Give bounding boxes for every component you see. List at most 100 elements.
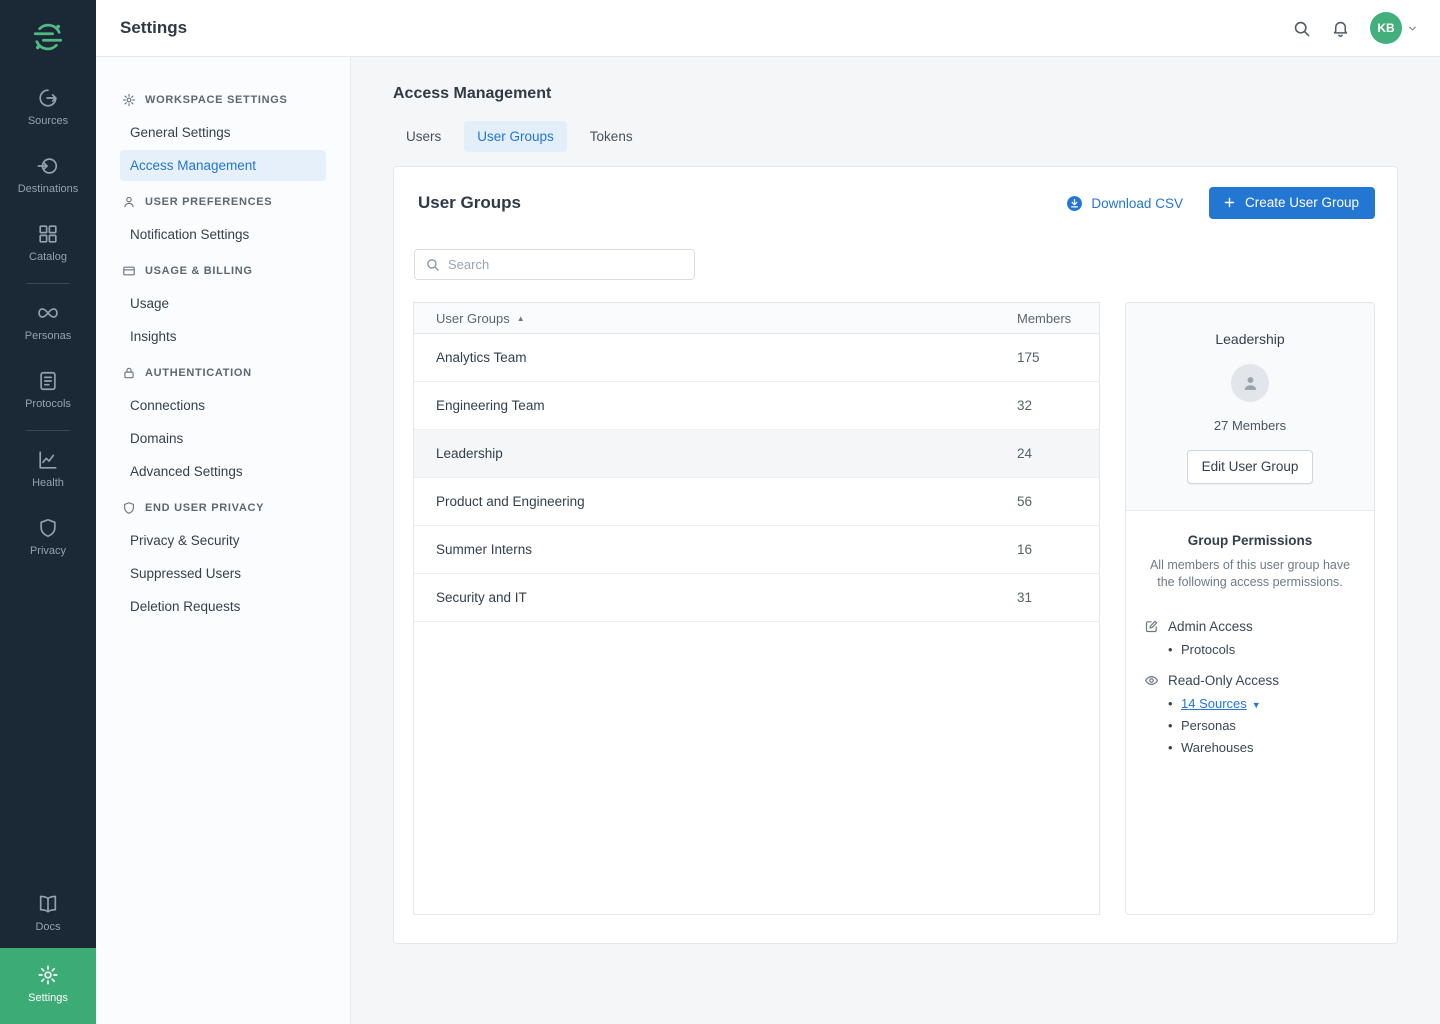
permission-item: Personas [1181, 718, 1356, 733]
sidebar-label: Health [32, 477, 64, 489]
group-name-cell: Security and IT [414, 590, 1017, 605]
column-header-members[interactable]: Members [1017, 311, 1099, 326]
main-content: Access Management Users User Groups Toke… [351, 57, 1440, 1024]
table-row[interactable]: Product and Engineering 56 [414, 478, 1099, 526]
admin-access-label: Admin Access [1168, 619, 1253, 634]
section-title: AUTHENTICATION [145, 367, 252, 379]
user-groups-table: User Groups ▲ Members Analytics Team [413, 302, 1100, 915]
admin-access-section: Admin Access Protocols [1144, 619, 1356, 657]
sidebar-label: Personas [25, 330, 71, 342]
sidebar-item-deletion-requests[interactable]: Deletion Requests [120, 591, 326, 622]
search-icon [425, 257, 440, 272]
sidebar-divider [26, 283, 70, 284]
sidebar-item-protocols[interactable]: Protocols [0, 357, 96, 425]
segment-logo[interactable] [0, 0, 96, 74]
sidebar-item-privacy[interactable]: Privacy [0, 504, 96, 572]
column-header-user-groups[interactable]: User Groups ▲ [414, 311, 1017, 326]
card-body: User Groups ▲ Members Analytics Team [394, 235, 1397, 943]
admin-access-list: Protocols [1144, 642, 1356, 657]
group-member-count: 27 Members [1142, 418, 1358, 433]
search-input[interactable] [448, 257, 684, 272]
shield-icon [122, 501, 136, 515]
sidebar-item-privacy-security[interactable]: Privacy & Security [120, 525, 326, 556]
table-and-detail: User Groups ▲ Members Analytics Team [413, 302, 1375, 915]
plus-icon [1223, 196, 1236, 209]
group-name-cell: Leadership [414, 446, 1017, 461]
avatar: KB [1370, 12, 1402, 44]
read-only-access-label: Read-Only Access [1168, 673, 1279, 688]
sources-count-link[interactable]: 14 Sources [1181, 696, 1247, 711]
sidebar-item-domains[interactable]: Domains [120, 423, 326, 454]
edit-user-group-button[interactable]: Edit User Group [1187, 450, 1314, 484]
group-name-cell: Product and Engineering [414, 494, 1017, 509]
create-user-group-button[interactable]: Create User Group [1209, 187, 1375, 219]
destinations-icon [37, 155, 59, 177]
download-csv-button[interactable]: Download CSV [1066, 195, 1183, 212]
account-menu[interactable]: KB [1370, 12, 1418, 44]
sidebar-item-notification-settings[interactable]: Notification Settings [120, 219, 326, 250]
caret-down-icon[interactable]: ▼ [1252, 700, 1261, 710]
docs-icon [37, 893, 59, 915]
group-name: Leadership [1142, 331, 1358, 347]
permission-item: Protocols [1181, 642, 1356, 657]
personas-icon [37, 302, 59, 324]
sidebar-item-access-management[interactable]: Access Management [120, 150, 326, 181]
sidebar-item-suppressed-users[interactable]: Suppressed Users [120, 558, 326, 589]
sidebar-item-insights[interactable]: Insights [120, 321, 326, 352]
table-row[interactable]: Engineering Team 32 [414, 382, 1099, 430]
notifications-button[interactable] [1331, 19, 1350, 38]
sidebar-label: Docs [35, 921, 60, 933]
search-button[interactable] [1292, 19, 1311, 38]
settings-gear-icon [37, 964, 59, 986]
user-groups-card: User Groups Download CSV [393, 166, 1398, 944]
table-row-selected[interactable]: Leadership 24 [414, 430, 1099, 478]
sidebar-item-personas[interactable]: Personas [0, 289, 96, 357]
section-header: USAGE & BILLING [120, 264, 326, 278]
sort-ascending-icon: ▲ [517, 314, 525, 323]
table-header-row: User Groups ▲ Members [414, 303, 1099, 334]
members-count-cell: 16 [1017, 542, 1099, 557]
health-icon [37, 449, 59, 471]
nav-section-workspace-settings: WORKSPACE SETTINGS General Settings Acce… [120, 93, 326, 181]
gear-icon [122, 93, 136, 107]
column-label: User Groups [436, 311, 510, 326]
group-name-cell: Engineering Team [414, 398, 1017, 413]
top-header: Settings KB [96, 0, 1440, 57]
sidebar-item-advanced-settings[interactable]: Advanced Settings [120, 456, 326, 487]
sidebar-divider [26, 430, 70, 431]
sidebar-item-docs[interactable]: Docs [0, 880, 96, 948]
section-header: USER PREFERENCES [120, 195, 326, 209]
table-row[interactable]: Analytics Team 175 [414, 334, 1099, 382]
download-icon [1066, 195, 1083, 212]
sidebar-label: Sources [28, 115, 68, 127]
card-title: User Groups [418, 193, 521, 213]
bell-icon [1331, 19, 1350, 38]
read-only-access-header: Read-Only Access [1144, 673, 1356, 688]
admin-access-header: Admin Access [1144, 619, 1356, 634]
sidebar-item-sources[interactable]: Sources [0, 74, 96, 142]
sidebar-item-health[interactable]: Health [0, 436, 96, 504]
nav-section-authentication: AUTHENTICATION Connections Domains Advan… [120, 366, 326, 487]
table-row[interactable]: Security and IT 31 [414, 574, 1099, 622]
table-empty-area [414, 622, 1099, 914]
search-field [414, 249, 695, 280]
sidebar-item-catalog[interactable]: Catalog [0, 210, 96, 278]
tab-bar: Users User Groups Tokens [393, 121, 1398, 152]
members-count-cell: 32 [1017, 398, 1099, 413]
section-title: USAGE & BILLING [145, 265, 253, 277]
sidebar-item-general-settings[interactable]: General Settings [120, 117, 326, 148]
tab-tokens[interactable]: Tokens [577, 121, 646, 152]
catalog-icon [37, 223, 59, 245]
sidebar-item-usage[interactable]: Usage [120, 288, 326, 319]
members-count-cell: 24 [1017, 446, 1099, 461]
tab-user-groups[interactable]: User Groups [464, 121, 567, 152]
members-count-cell: 31 [1017, 590, 1099, 605]
sidebar-item-connections[interactable]: Connections [120, 390, 326, 421]
table-row[interactable]: Summer Interns 16 [414, 526, 1099, 574]
section-header: WORKSPACE SETTINGS [120, 93, 326, 107]
sidebar-item-settings[interactable]: Settings [0, 948, 96, 1024]
section-heading: Access Management [393, 85, 1398, 103]
tab-users[interactable]: Users [393, 121, 454, 152]
permissions-title: Group Permissions [1144, 533, 1356, 548]
sidebar-item-destinations[interactable]: Destinations [0, 142, 96, 210]
